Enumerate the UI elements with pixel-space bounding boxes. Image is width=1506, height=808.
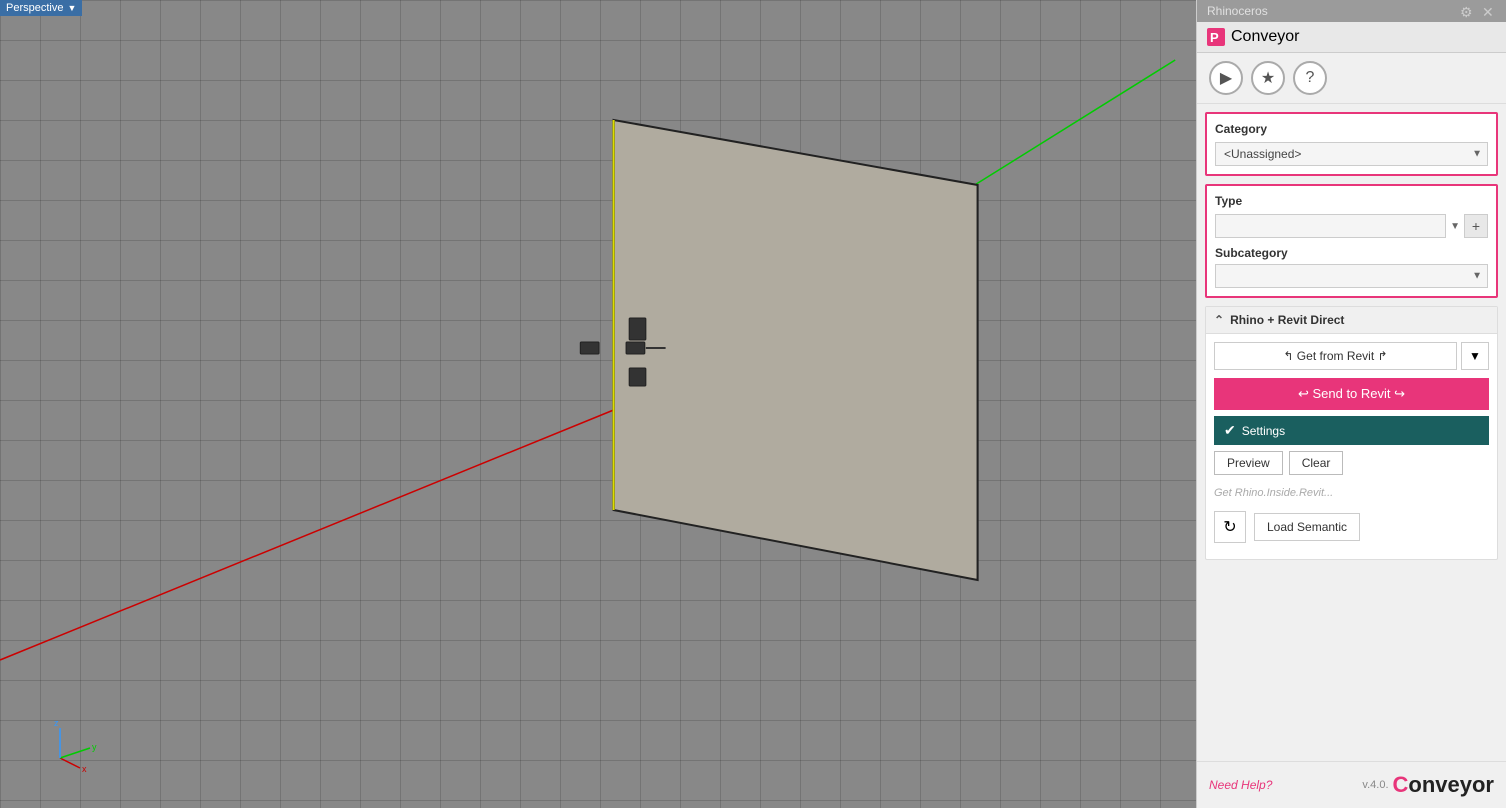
- conveyor-header: P Conveyor: [1197, 22, 1506, 53]
- conveyor-brand: Conveyor: [1393, 772, 1494, 798]
- type-dropdown-icon: ▼: [1450, 221, 1460, 232]
- type-add-button[interactable]: +: [1464, 214, 1488, 238]
- conveyor-brand-c: C: [1393, 772, 1409, 797]
- revit-section-title: Rhino + Revit Direct: [1230, 313, 1344, 327]
- collapse-icon: ⌃: [1214, 313, 1224, 327]
- need-help-link[interactable]: Need Help?: [1209, 778, 1272, 792]
- preview-clear-row: Preview Clear: [1214, 451, 1489, 475]
- settings-label: Settings: [1242, 424, 1285, 438]
- type-label: Type: [1215, 194, 1488, 208]
- get-from-revit-row: ↰ Get from Revit ↱ ▼: [1214, 342, 1489, 370]
- help-button[interactable]: ?: [1293, 61, 1327, 95]
- clear-button[interactable]: Clear: [1289, 451, 1344, 475]
- preview-button[interactable]: Preview: [1214, 451, 1283, 475]
- get-from-revit-dropdown-button[interactable]: ▼: [1461, 342, 1489, 370]
- send-to-revit-button[interactable]: ↩ Send to Revit ↪: [1214, 378, 1489, 410]
- send-to-revit-label: ↩ Send to Revit ↪: [1298, 386, 1405, 402]
- svg-text:x: x: [82, 764, 87, 774]
- play-icon: ▶: [1220, 68, 1232, 88]
- star-button[interactable]: ★: [1251, 61, 1285, 95]
- get-from-revit-button[interactable]: ↰ Get from Revit ↱: [1214, 342, 1457, 370]
- load-semantic-button[interactable]: Load Semantic: [1254, 513, 1360, 541]
- preview-label: Preview: [1227, 456, 1270, 470]
- get-rhino-inside-text: Get Rhino.Inside.Revit...: [1214, 483, 1489, 503]
- panel-content: Category <Unassigned> Walls Floors Ceili…: [1197, 104, 1506, 761]
- conveyor-logo-icon: P: [1207, 28, 1225, 46]
- settings-button[interactable]: ✔ Settings: [1214, 416, 1489, 445]
- panel: Rhinoceros ⚙ ✕ P Conveyor ▶ ★ ? Category: [1196, 0, 1506, 808]
- refresh-row: ↻ Load Semantic: [1214, 511, 1489, 543]
- toolbar: ▶ ★ ?: [1197, 53, 1506, 104]
- subcategory-select[interactable]: [1215, 264, 1488, 288]
- settings-check-icon: ✔: [1224, 422, 1236, 439]
- titlebar-close-icon[interactable]: ✕: [1482, 4, 1496, 18]
- perspective-text: Perspective: [6, 2, 63, 14]
- svg-text:y: y: [92, 742, 97, 752]
- version-text: v.4.0.: [1362, 779, 1388, 791]
- panel-titlebar: Rhinoceros ⚙ ✕: [1197, 0, 1506, 22]
- star-icon: ★: [1261, 68, 1275, 88]
- revit-section: ⌃ Rhino + Revit Direct ↰ Get from Revit …: [1205, 306, 1498, 560]
- svg-text:P: P: [1210, 30, 1219, 45]
- viewport[interactable]: Perspective ▼ x: [0, 0, 1196, 808]
- subcategory-select-wrapper: ▼: [1215, 264, 1488, 288]
- panel-footer: Need Help? v.4.0. Conveyor: [1197, 761, 1506, 808]
- svg-text:z: z: [54, 718, 59, 728]
- titlebar-settings-icon[interactable]: ⚙: [1460, 4, 1474, 18]
- type-row: ▼ +: [1215, 214, 1488, 238]
- category-select-wrapper: <Unassigned> Walls Floors Ceilings Roofs…: [1215, 142, 1488, 166]
- get-from-revit-dropdown-icon: ▼: [1469, 349, 1481, 363]
- load-semantic-label: Load Semantic: [1267, 520, 1347, 534]
- refresh-icon: ↻: [1223, 517, 1236, 537]
- perspective-dropdown-icon: ▼: [67, 3, 76, 13]
- type-add-icon: +: [1472, 218, 1480, 234]
- scene-svg: [0, 0, 1196, 808]
- refresh-button[interactable]: ↻: [1214, 511, 1246, 543]
- axis-indicator: x y z: [40, 718, 100, 778]
- panel-title: Rhinoceros: [1207, 4, 1268, 18]
- play-button[interactable]: ▶: [1209, 61, 1243, 95]
- category-select[interactable]: <Unassigned> Walls Floors Ceilings Roofs: [1215, 142, 1488, 166]
- type-select[interactable]: [1215, 214, 1446, 238]
- clear-label: Clear: [1302, 456, 1331, 470]
- conveyor-header-title: Conveyor: [1231, 28, 1299, 46]
- conveyor-brand-rest: onveyor: [1408, 772, 1494, 797]
- revit-section-header[interactable]: ⌃ Rhino + Revit Direct: [1206, 307, 1497, 334]
- subcategory-label: Subcategory: [1215, 246, 1488, 260]
- perspective-label[interactable]: Perspective ▼: [0, 0, 82, 16]
- category-label: Category: [1215, 122, 1488, 136]
- category-section: Category <Unassigned> Walls Floors Ceili…: [1205, 112, 1498, 176]
- get-from-revit-label: ↰ Get from Revit ↱: [1283, 349, 1387, 363]
- titlebar-icons: ⚙ ✕: [1460, 4, 1496, 18]
- version-conveyor: v.4.0. Conveyor: [1362, 772, 1494, 798]
- help-icon: ?: [1306, 69, 1315, 87]
- type-section: Type ▼ + Subcategory ▼: [1205, 184, 1498, 298]
- revit-section-body: ↰ Get from Revit ↱ ▼ ↩ Send to Revit ↪ ✔…: [1206, 334, 1497, 559]
